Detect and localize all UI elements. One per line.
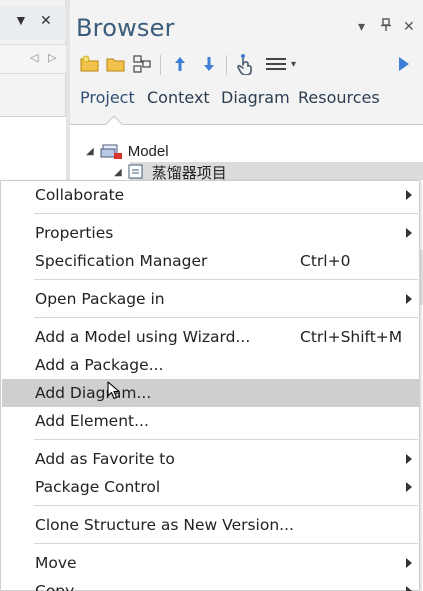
- menu-item-properties[interactable]: Properties: [2, 219, 419, 247]
- browser-toolbar: ▾: [78, 52, 418, 78]
- menu-item-label: Package Control: [35, 478, 161, 496]
- menu-item-label: Open Package in: [35, 290, 165, 308]
- browser-pin-button[interactable]: [380, 18, 392, 35]
- menu-item-label: Move: [35, 554, 77, 572]
- browser-dropdown-button[interactable]: ▾: [358, 18, 365, 35]
- menu-item-label: Add a Package...: [35, 356, 164, 374]
- menu-dropdown-button[interactable]: ▾: [261, 52, 301, 76]
- menu-separator: [34, 317, 418, 318]
- panel-dropdown-button[interactable]: ▼: [14, 12, 28, 28]
- touch-button[interactable]: [233, 52, 257, 76]
- left-panel-nav: ◁ ▷: [0, 44, 66, 74]
- menu-item-label: Collaborate: [35, 186, 125, 204]
- browser-panel: Browser ▾ ✕ ▾ Project Context Diagram Re…: [70, 0, 423, 305]
- chevron-down-icon: ▾: [290, 58, 297, 70]
- left-panel-content: [0, 116, 66, 180]
- nav-prev-button[interactable]: ◁: [30, 51, 38, 64]
- menu-separator: [34, 439, 418, 440]
- panel-close-button[interactable]: ✕: [40, 12, 52, 29]
- expand-toggle-icon[interactable]: ◢: [86, 146, 94, 157]
- menu-item-shortcut: Ctrl+Shift+M: [300, 328, 403, 346]
- new-package-button[interactable]: [78, 52, 102, 76]
- tab-project[interactable]: Project: [80, 88, 135, 107]
- submenu-arrow-icon: [406, 294, 412, 304]
- menu-item-add-favorite[interactable]: Add as Favorite to: [2, 445, 419, 473]
- menu-item-collaborate[interactable]: Collaborate: [2, 181, 419, 209]
- move-up-button[interactable]: [168, 52, 192, 76]
- menu-item-add-model-wizard[interactable]: Add a Model using Wizard... Ctrl+Shift+M: [2, 323, 419, 351]
- menu-item-specification-manager[interactable]: Specification Manager Ctrl+0: [2, 247, 419, 275]
- model-icon: [100, 144, 122, 159]
- tab-diagram[interactable]: Diagram: [221, 88, 290, 107]
- play-icon: [399, 57, 409, 71]
- menu-separator: [34, 279, 418, 280]
- tab-resources[interactable]: Resources: [298, 88, 380, 107]
- move-down-button[interactable]: [197, 52, 221, 76]
- browser-close-button[interactable]: ✕: [403, 18, 415, 35]
- menu-item-open-package-in[interactable]: Open Package in: [2, 285, 419, 313]
- play-button[interactable]: [392, 52, 416, 76]
- menu-item-shortcut: Ctrl+0: [300, 252, 351, 270]
- move-down-icon: [204, 57, 214, 71]
- new-package-icon: [80, 55, 99, 72]
- tab-context[interactable]: Context: [147, 88, 210, 107]
- project-tree: ◢ Model ◢ 蒸馏器项目: [70, 125, 423, 305]
- structure-icon: [133, 55, 151, 73]
- menu-item-clone-structure[interactable]: Clone Structure as New Version...: [2, 511, 419, 539]
- menu-item-copy[interactable]: Copy: [2, 577, 419, 591]
- expand-toggle-icon[interactable]: ◢: [114, 167, 122, 178]
- menu-item-label: Copy: [35, 582, 75, 591]
- menu-item-label: Add as Favorite to: [35, 450, 175, 468]
- toolbar-separator: [160, 55, 161, 75]
- menu-item-label: Add a Model using Wizard...: [35, 328, 251, 346]
- left-docked-panel: ▼ ✕ ◁ ▷: [0, 0, 66, 180]
- menu-item-move[interactable]: Move: [2, 549, 419, 577]
- menu-item-label: Add Diagram...: [35, 384, 152, 402]
- folder-icon: [106, 58, 125, 72]
- menu-item-add-package[interactable]: Add a Package...: [2, 351, 419, 379]
- menu-separator: [34, 505, 418, 506]
- submenu-arrow-icon: [406, 482, 412, 492]
- menu-item-add-element[interactable]: Add Element...: [2, 407, 419, 435]
- browser-title: Browser: [76, 14, 175, 42]
- menu-item-label: Clone Structure as New Version...: [35, 516, 294, 534]
- tree-label-model: Model: [127, 142, 169, 160]
- tree-row-package[interactable]: ◢ 蒸馏器项目: [114, 162, 227, 182]
- touch-icon: [237, 54, 252, 75]
- package-icon: [128, 164, 143, 179]
- menu-item-label: Properties: [35, 224, 114, 242]
- menu-item-package-control[interactable]: Package Control: [2, 473, 419, 501]
- menu-item-label: Specification Manager: [35, 252, 208, 270]
- submenu-arrow-icon: [406, 228, 412, 238]
- menu-separator: [34, 213, 418, 214]
- submenu-arrow-icon: [406, 558, 412, 568]
- pin-icon: [381, 18, 391, 31]
- left-panel-header: ▼ ✕: [0, 6, 66, 40]
- menu-item-label: Add Element...: [35, 412, 149, 430]
- menu-item-add-diagram[interactable]: Add Diagram...: [2, 379, 419, 407]
- move-up-icon: [175, 57, 185, 71]
- context-menu: Collaborate Properties Specification Man…: [0, 180, 420, 591]
- submenu-arrow-icon: [406, 190, 412, 200]
- tree-row-model[interactable]: ◢ Model: [86, 141, 169, 161]
- menu-separator: [34, 543, 418, 544]
- menu-icon: [265, 58, 286, 70]
- submenu-arrow-icon: [406, 586, 412, 591]
- nav-next-button[interactable]: ▷: [48, 51, 56, 64]
- folder-button[interactable]: [104, 52, 128, 76]
- mouse-cursor-icon: [107, 381, 120, 400]
- submenu-arrow-icon: [406, 454, 412, 464]
- structure-button[interactable]: [130, 52, 154, 76]
- toolbar-separator: [226, 55, 227, 75]
